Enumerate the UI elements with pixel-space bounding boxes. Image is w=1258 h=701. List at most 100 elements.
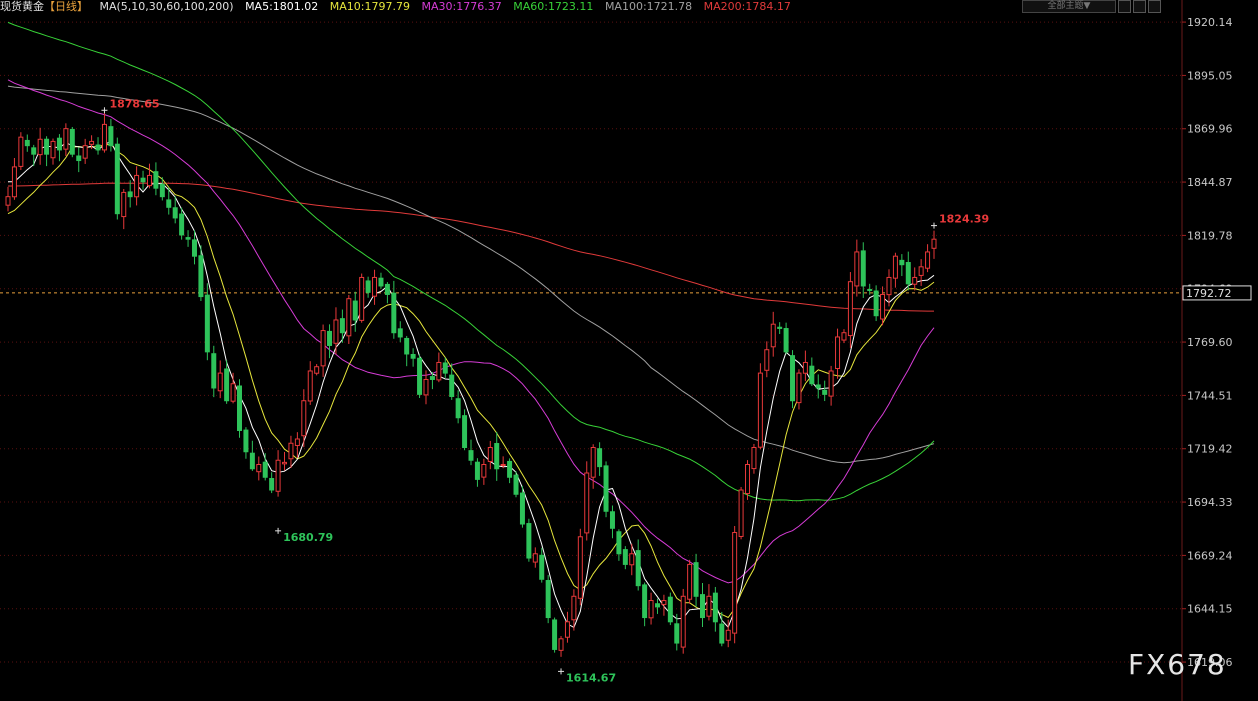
candle-body [481, 464, 487, 478]
candle-body [577, 536, 583, 599]
candle [847, 272, 853, 348]
candle [597, 442, 603, 476]
candle-body [822, 389, 828, 395]
candle-body [532, 553, 538, 563]
high-price-label: 1824.39 [939, 213, 989, 226]
candle [764, 341, 770, 378]
candle [841, 329, 847, 344]
candle [616, 529, 622, 561]
candle [835, 328, 841, 379]
ma5-value: MA5:1801.02 [245, 0, 319, 13]
candle-body [783, 328, 789, 353]
tick-label: 1895.05 [1187, 69, 1233, 82]
candle [82, 138, 88, 164]
candlestick-chart[interactable]: 1920.141895.051869.961844.871819.781794.… [0, 0, 1258, 701]
candle [545, 574, 551, 624]
candle [204, 283, 210, 361]
candle [674, 613, 680, 651]
candle-body [269, 478, 275, 491]
candle-body [757, 372, 763, 448]
candle-body [931, 238, 937, 249]
candle-body [153, 171, 159, 189]
candle [751, 443, 757, 474]
candle-body [545, 579, 551, 619]
ma10-line [7, 143, 935, 619]
tick-label: 1694.33 [1187, 496, 1233, 509]
candle-body [417, 357, 423, 395]
candle-body [468, 450, 474, 461]
candle-body [378, 277, 384, 287]
candle-body [31, 147, 37, 155]
candle-body [571, 595, 577, 621]
period-label[interactable]: 【日线】 [44, 0, 88, 13]
candle-body [327, 330, 333, 346]
candle-body [282, 461, 288, 465]
candle-body [134, 174, 140, 198]
candle-body [616, 531, 622, 555]
candle-body [76, 155, 82, 162]
candle [700, 583, 705, 628]
candle [449, 363, 455, 400]
candle [140, 170, 146, 190]
tick-label: 1869.96 [1187, 123, 1233, 136]
candle-body [661, 600, 667, 605]
candle-body [880, 293, 886, 320]
candle [372, 269, 378, 305]
high-price-label: 1878.65 [109, 97, 159, 110]
candle [24, 134, 30, 152]
candle-body [905, 262, 911, 285]
candle [31, 144, 37, 167]
watermark-logo: FX678 [1128, 648, 1227, 681]
candle [320, 324, 326, 377]
settings-icon[interactable] [1148, 0, 1161, 13]
candle [307, 361, 313, 405]
candle-body [230, 383, 236, 402]
grid-toggle-icon[interactable] [1118, 0, 1131, 13]
candle [63, 123, 69, 156]
candle [687, 559, 693, 604]
candle-body [243, 429, 249, 453]
candle-body [44, 138, 50, 155]
candle-body [37, 138, 43, 156]
candle-body [558, 638, 564, 651]
candle [365, 276, 371, 298]
candle [552, 617, 558, 653]
candle [712, 586, 718, 632]
candle-body [146, 174, 152, 187]
theme-select-button[interactable]: 全部主题▼ [1022, 0, 1116, 13]
candle-body [307, 370, 313, 402]
candle [532, 547, 538, 568]
candle [288, 435, 294, 469]
candle [69, 126, 75, 158]
candle-body [179, 213, 185, 236]
candle-body [539, 554, 545, 580]
candle [899, 254, 905, 277]
candle-body [5, 196, 11, 206]
candle [5, 186, 11, 212]
candle [391, 280, 397, 339]
indicator-header: 现货黄金【日线】 MA(5,10,30,60,100,200) MA5:1801… [0, 0, 1180, 14]
candle [114, 137, 120, 220]
candle-body [449, 374, 455, 397]
candle [642, 582, 648, 627]
low-price-label: 1614.67 [566, 671, 616, 684]
candle [11, 157, 17, 200]
candle [925, 244, 931, 273]
candle [777, 322, 783, 334]
candle-body [436, 361, 442, 381]
candle [249, 440, 255, 471]
candle-body [603, 465, 609, 512]
candle-body [777, 326, 783, 329]
candle [854, 239, 860, 297]
candle-body [89, 140, 95, 145]
candle-body [790, 355, 796, 402]
candle-body [372, 276, 378, 297]
candle [802, 350, 808, 382]
candle [462, 409, 468, 451]
candle [661, 594, 667, 616]
candle-body [95, 144, 101, 151]
candle-body [191, 239, 197, 257]
candle [179, 207, 185, 240]
layout-icon[interactable] [1133, 0, 1146, 13]
candle-body [802, 361, 808, 374]
